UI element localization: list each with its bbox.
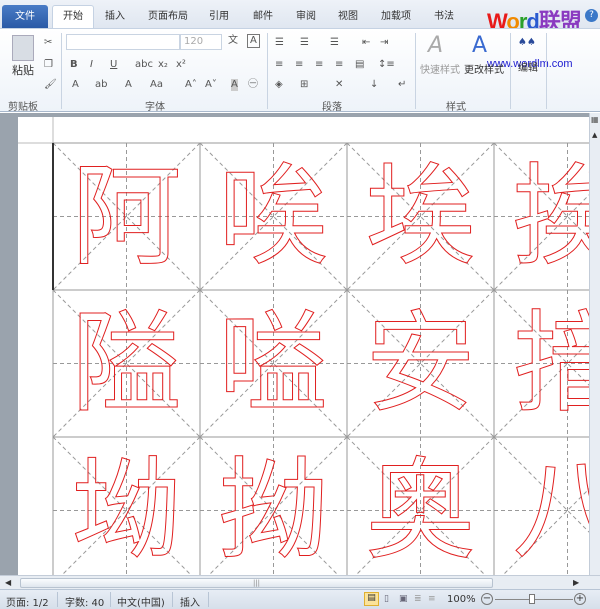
zoom-out-icon[interactable]: −	[481, 593, 493, 605]
practice-character: 阿	[72, 153, 182, 281]
practice-character: 安	[366, 300, 476, 428]
practice-character: 八	[513, 447, 590, 575]
shrink-font-icon[interactable]: A˅	[205, 79, 217, 91]
show-marks-icon[interactable]: ↵	[398, 79, 406, 91]
horizontal-scrollbar[interactable]: ◀ ||| ▶	[0, 575, 600, 589]
zoom-in-icon[interactable]: +	[574, 593, 586, 605]
char-border-icon[interactable]: A	[247, 34, 260, 48]
highlight-icon[interactable]: ab	[95, 79, 107, 91]
font-group-label: 字体	[145, 102, 165, 113]
zoom-level[interactable]: 100%	[447, 594, 476, 605]
align-left-icon[interactable]: ≡	[275, 59, 283, 71]
quick-styles-button[interactable]: 快速样式	[420, 65, 460, 77]
practice-character: 挨	[513, 153, 590, 281]
draft-icon[interactable]: ≡	[428, 594, 436, 604]
styles-group-label: 样式	[446, 102, 466, 113]
cut-icon[interactable]: ✂	[44, 37, 52, 49]
grow-font-icon[interactable]: A˄	[185, 79, 197, 91]
vertical-scrollbar[interactable]: ▦ ▲	[589, 113, 600, 575]
decrease-indent-icon[interactable]: ⇤	[362, 37, 370, 49]
multilevel-list-icon[interactable]: ☰	[330, 37, 339, 49]
text-effects-icon[interactable]: A	[72, 79, 79, 91]
practice-grid: 阿唉埃挨隘嗌安揞坳拗奥八	[18, 117, 589, 575]
find-icon[interactable]: ♠♠	[518, 37, 536, 49]
copy-icon[interactable]: ❐	[44, 59, 53, 71]
justify-icon[interactable]: ≡	[335, 59, 343, 71]
tab-addins[interactable]: 加载项	[381, 7, 411, 22]
practice-character: 坳	[72, 447, 182, 575]
asian-layout-icon[interactable]: ✕	[335, 79, 343, 91]
font-size-select[interactable]: 120	[180, 34, 222, 50]
change-case-icon[interactable]: Aa	[150, 79, 163, 91]
outline-icon[interactable]: ≣	[414, 594, 422, 604]
tab-home[interactable]: 开始	[52, 5, 94, 29]
horizontal-scroll-thumb[interactable]: |||	[20, 578, 493, 588]
practice-character: 奥	[366, 447, 476, 575]
clipboard-group-label: 剪贴板	[8, 102, 38, 113]
help-icon[interactable]: ?	[585, 9, 598, 22]
language[interactable]: 中文(中国)	[117, 594, 165, 609]
ribbon-tabs: 文件 开始 插入 页面布局 引用 邮件 审阅 视图 加载项 书法 Word联盟 …	[0, 0, 600, 34]
increase-indent-icon[interactable]: ⇥	[380, 37, 388, 49]
practice-character: 隘	[72, 300, 182, 428]
insert-mode[interactable]: 插入	[180, 594, 200, 609]
tab-references[interactable]: 引用	[209, 7, 229, 22]
align-right-icon[interactable]: ≡	[315, 59, 323, 71]
sort-icon[interactable]: ↓	[370, 79, 378, 91]
ribbon: www.wordlm.com 粘贴 ✂ ❐ 🖌 剪贴板 120 文 A B I …	[0, 28, 600, 113]
scroll-up-icon[interactable]: ▲	[592, 131, 597, 139]
practice-character: 埃	[366, 153, 476, 281]
paragraph-group-label: 段落	[322, 102, 342, 113]
font-name-select[interactable]	[66, 34, 180, 50]
tab-insert[interactable]: 插入	[105, 7, 125, 22]
tab-page-layout[interactable]: 页面布局	[148, 7, 188, 22]
strikethrough-icon[interactable]: abc	[135, 59, 153, 71]
format-painter-icon[interactable]: 🖌	[44, 79, 57, 91]
editing-button[interactable]: 编辑	[518, 63, 538, 75]
superscript-icon[interactable]: x²	[176, 59, 186, 71]
change-styles-icon[interactable]: A	[472, 33, 487, 59]
practice-character: 唉	[219, 153, 329, 281]
document-area: 阿唉埃挨隘嗌安揞坳拗奥八	[0, 113, 589, 575]
borders-icon[interactable]: ⊞	[300, 79, 308, 91]
word-count[interactable]: 字数: 40	[65, 594, 104, 609]
bullets-icon[interactable]: ☰	[275, 37, 284, 49]
print-layout-icon[interactable]: ▤	[364, 592, 379, 606]
quick-styles-icon[interactable]: A	[428, 33, 443, 59]
underline-icon[interactable]: U	[110, 59, 117, 71]
web-layout-icon[interactable]: ▣	[399, 594, 408, 604]
enclose-char-icon[interactable]: ㊀	[248, 79, 258, 91]
paste-icon[interactable]	[12, 35, 34, 61]
practice-character: 拗	[219, 447, 329, 575]
ruler-toggle-icon[interactable]: ▦	[591, 115, 599, 124]
practice-character: 揞	[513, 300, 590, 428]
scroll-right-icon[interactable]: ▶	[573, 578, 579, 587]
italic-icon[interactable]: I	[90, 59, 93, 71]
tab-mailings[interactable]: 邮件	[253, 7, 273, 22]
zoom-slider-thumb[interactable]	[529, 594, 535, 604]
bold-icon[interactable]: B	[70, 59, 78, 71]
page-count[interactable]: 页面: 1/2	[6, 594, 49, 609]
align-center-icon[interactable]: ≡	[295, 59, 303, 71]
phonetic-guide-icon[interactable]: 文	[228, 35, 238, 47]
tab-file[interactable]: 文件	[2, 5, 48, 28]
subscript-icon[interactable]: x₂	[158, 59, 168, 71]
page[interactable]: 阿唉埃挨隘嗌安揞坳拗奥八	[18, 117, 589, 575]
change-styles-button[interactable]: 更改样式	[464, 65, 504, 77]
tab-review[interactable]: 审阅	[296, 7, 316, 22]
tab-calligraphy[interactable]: 书法	[434, 7, 454, 22]
scroll-left-icon[interactable]: ◀	[5, 578, 11, 587]
font-color-icon[interactable]: A	[125, 79, 132, 91]
practice-character: 嗌	[219, 300, 329, 428]
char-shading-icon[interactable]: A	[231, 79, 238, 91]
paste-button[interactable]: 粘贴	[12, 65, 34, 77]
tab-view[interactable]: 视图	[338, 7, 358, 22]
full-screen-reading-icon[interactable]: ▯	[384, 594, 389, 604]
status-bar: 页面: 1/2 字数: 40 中文(中国) 插入 ▤ ▯ ▣ ≣ ≡ 100% …	[0, 589, 600, 609]
numbering-icon[interactable]: ☰	[300, 37, 309, 49]
shading-icon[interactable]: ◈	[275, 79, 283, 91]
distributed-icon[interactable]: ▤	[355, 59, 364, 71]
line-spacing-icon[interactable]: ↕≡	[378, 59, 395, 71]
